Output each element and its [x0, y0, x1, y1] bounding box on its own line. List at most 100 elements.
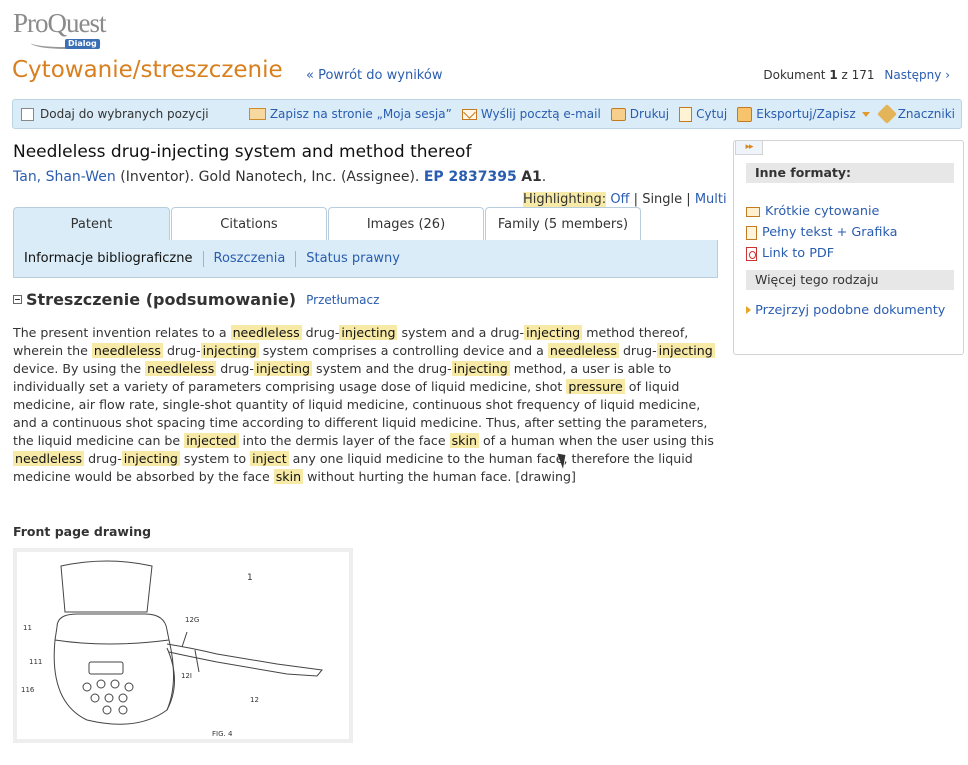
front-page-drawing-label: Front page drawing: [13, 524, 152, 539]
abstract-segment: drug-: [216, 361, 254, 376]
highlighted-term: pressure: [566, 379, 625, 394]
highlighted-term: injecting: [339, 325, 398, 340]
collapse-icon[interactable]: [13, 295, 22, 304]
print-label: Drukuj: [629, 107, 670, 121]
section-subnav: Informacje bibliograficzne Roszczenia St…: [13, 240, 718, 278]
print-button[interactable]: Drukuj: [610, 107, 670, 121]
drawing-label-111: 111: [29, 658, 42, 666]
tags-button[interactable]: Znaczniki: [876, 104, 955, 124]
subnav-bibliographic[interactable]: Informacje bibliograficzne: [14, 251, 203, 266]
abstract-segment: drug-: [301, 325, 340, 340]
abstract-segment: drug-: [162, 343, 201, 358]
arrow-right-icon: [746, 306, 751, 314]
back-to-results-link[interactable]: « Powrót do wyników: [306, 68, 442, 83]
other-formats-heading: Inne formaty:: [746, 163, 954, 183]
highlighted-term: needleless: [91, 343, 163, 358]
highlighted-term: injecting: [253, 361, 313, 376]
doc-total: z 171: [841, 68, 875, 82]
pdf-link[interactable]: Link to PDF: [762, 243, 834, 264]
highlighted-term: injected: [184, 433, 239, 448]
abstract-segment: The present invention relates to a: [13, 325, 231, 340]
email-button[interactable]: Wyślij pocztą e-mail: [461, 107, 601, 121]
front-page-drawing[interactable]: 1 11 111 116 12G 12I 12 FIG. 4: [13, 548, 353, 743]
highlighting-multi[interactable]: Multi: [695, 192, 727, 207]
highlighted-term: injecting: [121, 451, 180, 466]
document-tabs: Patent Citations Images (26) Family (5 m…: [13, 207, 718, 241]
highlighted-term: skin: [449, 433, 479, 448]
add-to-selected-checkbox[interactable]: [21, 107, 34, 121]
proquest-logo[interactable]: ProQuest Dialog: [13, 8, 123, 49]
document-authors: Tan, Shan-Wen (Inventor). Gold Nanotech,…: [13, 169, 546, 185]
highlighted-term: injecting: [200, 343, 259, 358]
next-document-link[interactable]: Następny ›: [884, 68, 950, 82]
inventor-link[interactable]: Tan, Shan-Wen: [13, 169, 116, 185]
tab-images[interactable]: Images (26): [328, 207, 484, 241]
other-formats-panel: ▸▸ Inne formaty: Krótkie cytowanie Pełny…: [733, 140, 964, 355]
short-citation-link[interactable]: Krótkie cytowanie: [765, 201, 879, 222]
highlighting-single[interactable]: Single: [642, 192, 682, 207]
dropdown-caret-icon: [861, 111, 870, 117]
logo-text: ProQuest: [13, 8, 107, 38]
abstract-segment: drug-: [84, 451, 122, 466]
more-like-this-list: Przejrzyj podobne dokumenty: [746, 303, 951, 319]
print-icon: [610, 107, 626, 121]
collapse-sidebar-icon[interactable]: ▸▸: [735, 141, 763, 155]
tab-citations[interactable]: Citations: [171, 207, 327, 241]
doc-current: 1: [829, 68, 838, 82]
highlighted-term: injecting: [451, 361, 510, 376]
save-folder-icon: [248, 108, 266, 120]
highlighted-term: injecting: [656, 343, 715, 358]
subnav-legal-status[interactable]: Status prawny: [296, 251, 410, 266]
patent-kind: A1: [521, 169, 542, 185]
pdf-icon: [746, 246, 757, 261]
patent-drawing-image: 1 11 111 116 12G 12I 12 FIG. 4: [21, 560, 323, 738]
browse-similar-item[interactable]: Przejrzyj podobne dokumenty: [746, 303, 951, 319]
short-citation-item[interactable]: Krótkie cytowanie: [746, 201, 897, 222]
export-label: Eksportuj/Zapisz: [756, 107, 856, 121]
drawing-fig-label: FIG. 4: [212, 730, 233, 738]
translate-link[interactable]: Przetłumacz: [306, 293, 379, 307]
logo-sub: Dialog: [65, 39, 100, 49]
abstract-segment: system and a drug-: [397, 325, 525, 340]
drawing-label-12i: 12I: [181, 672, 192, 680]
tab-family[interactable]: Family (5 members): [485, 207, 641, 241]
tags-label: Znaczniki: [897, 107, 955, 121]
full-text-link[interactable]: Pełny tekst + Grafika: [762, 222, 897, 243]
email-icon: [461, 108, 477, 120]
page-title: Cytowanie/streszczenie: [12, 57, 283, 83]
add-to-selected-label[interactable]: Dodaj do wybranych pozycji: [40, 107, 209, 121]
tag-icon: [876, 104, 897, 124]
abstract-segment: of a human when the user using this: [478, 433, 714, 448]
abstract-segment: device. By using the: [13, 361, 146, 376]
email-label: Wyślij pocztą e-mail: [480, 107, 601, 121]
abstract-title: Streszczenie (podsumowanie): [26, 290, 297, 309]
highlighting-off[interactable]: Off: [610, 192, 629, 207]
browse-similar-link[interactable]: Przejrzyj podobne dokumenty: [755, 303, 945, 318]
abstract-text: The present invention relates to a needl…: [13, 324, 723, 486]
export-save-button[interactable]: Eksportuj/Zapisz: [737, 106, 870, 122]
document-navigation: Dokument 1 z 171 Następny ›: [763, 68, 950, 82]
full-text-icon: [746, 225, 757, 240]
cite-icon: [679, 106, 693, 122]
drawing-label-1: 1: [247, 573, 253, 583]
formats-list: Krótkie cytowanie Pełny tekst + Grafika …: [746, 201, 897, 264]
abstract-segment: into the dermis layer of the face: [238, 433, 450, 448]
action-toolbar: Dodaj do wybranych pozycji Zapisz na str…: [12, 99, 962, 129]
abstract-segment: system and the drug-: [312, 361, 452, 376]
subnav-claims[interactable]: Roszczenia: [204, 251, 296, 266]
tab-patent[interactable]: Patent: [13, 207, 170, 241]
highlighted-term: injecting: [524, 325, 583, 340]
full-text-item[interactable]: Pełny tekst + Grafika: [746, 222, 897, 243]
save-to-session-label: Zapisz na stronie „Moja sesja”: [269, 107, 452, 121]
export-icon: [737, 106, 753, 122]
patent-number: EP 2837395: [423, 169, 517, 185]
authors-period: .: [541, 169, 547, 185]
cite-label: Cytuj: [696, 107, 728, 121]
abstract-segment: system to: [179, 451, 251, 466]
save-to-session-button[interactable]: Zapisz na stronie „Moja sesja”: [248, 107, 452, 121]
highlighted-term: needleless: [145, 361, 217, 376]
pdf-item[interactable]: Link to PDF: [746, 243, 897, 264]
cite-button[interactable]: Cytuj: [679, 106, 728, 122]
drawing-label-12: 12: [250, 696, 259, 704]
abstract-segment: drug-: [618, 343, 657, 358]
